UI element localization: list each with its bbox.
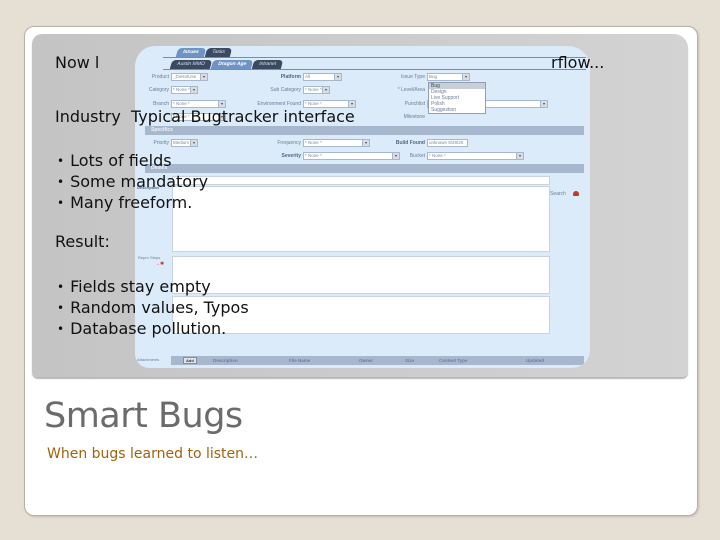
milestone-row: Milestone <box>385 113 425 121</box>
tab-austin-mmo[interactable]: Austin MMO <box>169 60 212 69</box>
chevron-down-icon: ▾ <box>200 74 207 80</box>
build-found-label: Build Found <box>395 140 425 146</box>
issue-type-dropdown: Bug Design Live Support Polish Suggestio… <box>428 82 486 114</box>
tab-divider <box>163 69 586 70</box>
attachments-header: Add Description File Name Owner Size Con… <box>171 356 584 365</box>
sub-category-value: * None * <box>305 87 322 92</box>
bullet-item: Database pollution. <box>57 319 226 338</box>
build-found-row: Build Found unknown 9/29/20 <box>385 139 468 147</box>
description-textarea[interactable] <box>172 186 550 252</box>
tab-divider <box>163 57 586 58</box>
col-description[interactable]: Description <box>213 358 238 363</box>
frequency-row: Frequency * None * ▾ <box>245 139 370 147</box>
category-row: Category * None * ▾ <box>135 86 198 94</box>
main-tabs: Issues Tasks <box>175 48 232 57</box>
tab-tasks[interactable]: Tasks <box>204 48 232 57</box>
bullet-item: Fields stay empty <box>57 277 211 296</box>
severity-label: Severity <box>281 153 301 159</box>
chevron-down-icon: ▾ <box>190 87 197 93</box>
body-intro: Industry Typical Bugtracker interface <box>55 107 355 126</box>
frequency-label: Frequency <box>277 140 301 146</box>
chevron-down-icon: ▾ <box>462 74 469 80</box>
product-value: _DoNotUse <box>173 74 197 79</box>
repro-steps-label: Repro Steps <box>138 255 161 260</box>
branch-value: * None * <box>173 101 190 106</box>
issue-type-select[interactable]: Bug ▾ <box>427 73 470 81</box>
issue-type-row: Issue Type Bug ▾ <box>385 73 470 81</box>
priority-label: Priority <box>153 140 169 146</box>
platform-value: All <box>305 74 311 79</box>
bucket-label: Bucket <box>409 153 425 159</box>
platform-select[interactable]: All ▾ <box>303 73 342 81</box>
category-value: * None * <box>173 87 190 92</box>
col-content-type[interactable]: Content Type <box>439 358 467 363</box>
result-label: Result: <box>55 232 110 251</box>
build-found-input[interactable]: unknown 9/29/20 <box>427 139 468 147</box>
project-tabs: Austin MMO Dragon Age Intranet <box>169 60 283 69</box>
bucket-value: * None * <box>429 153 446 158</box>
platform-row: Platform All ▾ <box>245 73 342 81</box>
chevron-down-icon: ▾ <box>362 140 369 146</box>
frequency-value: * None * <box>305 140 322 145</box>
severity-value: * None * <box>305 153 322 158</box>
milestone-label: Milestone <box>403 114 425 120</box>
chevron-down-icon: ▾ <box>322 87 329 93</box>
tab-intranet[interactable]: Intranet <box>251 60 283 69</box>
bucket-row: Bucket * None * ▾ <box>385 152 524 160</box>
category-select[interactable]: * None * ▾ <box>171 86 198 94</box>
category-label: Category <box>148 87 169 93</box>
body-line-1-right: rflow... <box>551 53 605 72</box>
bucket-select[interactable]: * None * ▾ <box>427 152 524 160</box>
severity-row: Severity * None * ▾ <box>245 152 400 160</box>
repro-steps-textarea[interactable] <box>172 256 550 294</box>
build-found-value: unknown 9/29/20 <box>429 140 464 145</box>
chevron-down-icon: ▾ <box>516 153 523 159</box>
product-select[interactable]: _DoNotUse ▾ <box>171 73 208 81</box>
title-input[interactable] <box>172 176 550 185</box>
bullet-item: Lots of fields <box>57 151 171 170</box>
section-specifics: Specifics <box>145 126 584 135</box>
col-updated[interactable]: Updated <box>526 358 544 363</box>
col-size[interactable]: Size <box>405 358 414 363</box>
priority-value: Medium <box>173 140 190 145</box>
attachments-label: Attachments <box>137 357 160 362</box>
tab-issues[interactable]: Issues <box>175 48 206 57</box>
chevron-down-icon: ▾ <box>190 140 197 146</box>
col-file-name[interactable]: File Name <box>289 358 310 363</box>
section-details: Details <box>145 164 584 173</box>
tab-dragon-age[interactable]: Dragon Age <box>210 60 253 69</box>
priority-select[interactable]: Medium ▾ <box>171 139 198 147</box>
priority-row: Priority Medium ▾ <box>135 139 198 147</box>
body-line-1-left: Now l <box>55 53 100 72</box>
punchlist-label: Punchlist <box>404 101 425 107</box>
sub-category-select[interactable]: * None * ▾ <box>303 86 330 94</box>
product-label: Product <box>151 74 169 80</box>
product-row: Product _DoNotUse ▾ <box>135 73 208 81</box>
bullet-item: Some mandatory <box>57 172 208 191</box>
level-area-row: * Level/Area <box>385 86 425 94</box>
bullet-item: Random values, Typos <box>57 298 249 317</box>
arrows-icon[interactable]: →✱ <box>155 261 164 267</box>
environment-found-value: * None * <box>305 101 322 106</box>
search-icon[interactable] <box>573 191 579 196</box>
chevron-down-icon: ▾ <box>540 101 547 107</box>
issue-type-value: Bug <box>429 74 438 79</box>
sub-category-row: Sub Category * None * ▾ <box>245 86 330 94</box>
col-owner[interactable]: Owner <box>359 358 373 363</box>
frequency-select[interactable]: * None * ▾ <box>303 139 370 147</box>
sub-category-label: Sub Category <box>270 87 301 93</box>
chevron-down-icon: ▾ <box>334 74 341 80</box>
search-link[interactable]: Search <box>550 191 566 197</box>
bullet-item: Many freeform. <box>57 193 192 212</box>
platform-label: Platform <box>280 74 301 80</box>
issue-type-option[interactable]: Suggestion <box>429 107 485 113</box>
level-area-label: * Level/Area <box>397 87 425 93</box>
add-attachment-button[interactable]: Add <box>183 357 197 364</box>
issue-type-label: Issue Type <box>400 74 425 80</box>
